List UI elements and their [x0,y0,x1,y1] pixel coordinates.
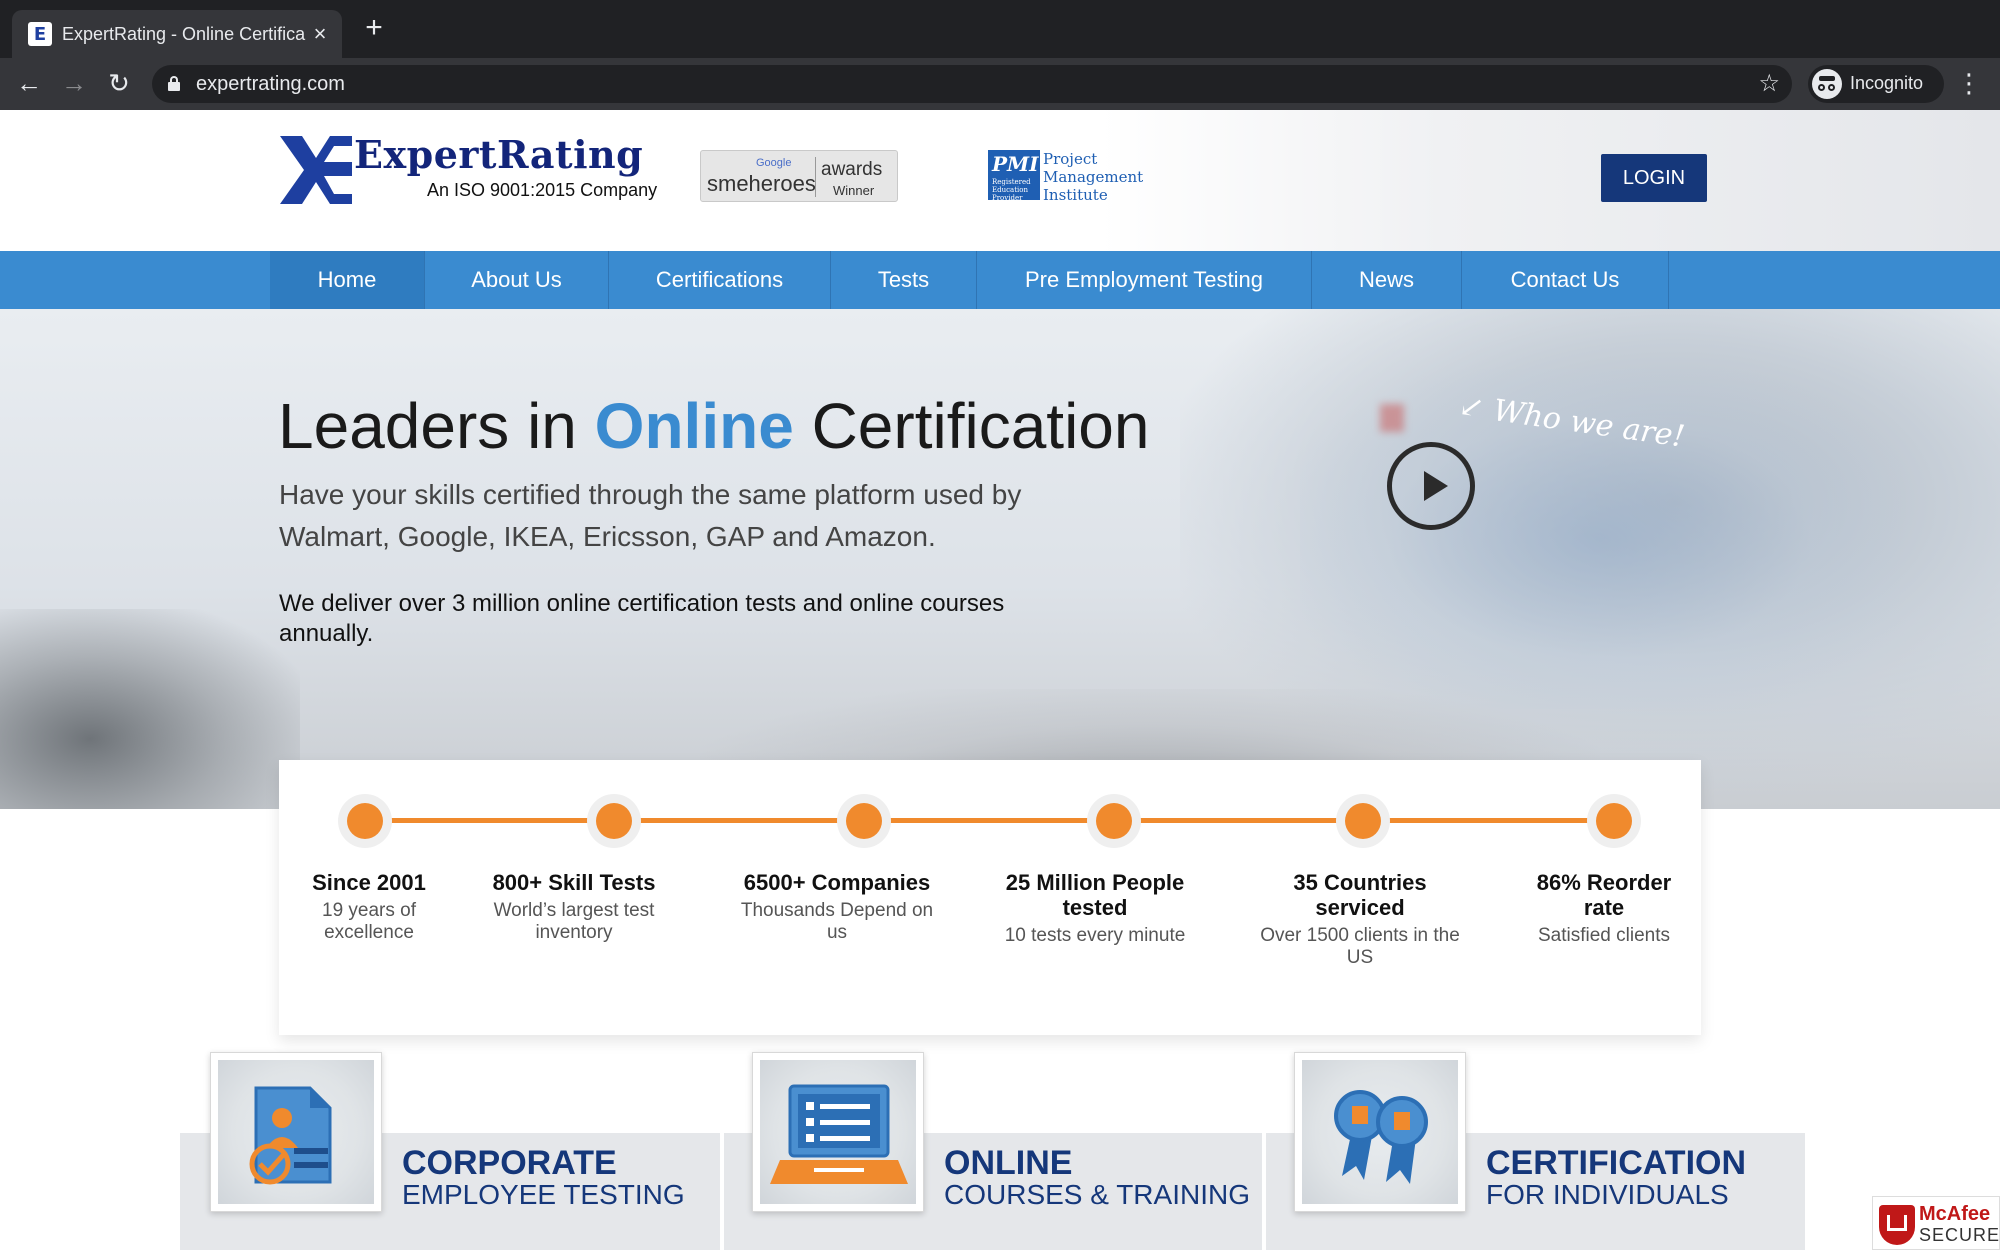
sme-winner-text: Winner [833,183,875,198]
incognito-indicator[interactable]: Incognito [1808,65,1944,103]
timeline-dot [596,803,632,839]
sme-google-text: Google [756,157,792,169]
favicon-icon: E [28,22,52,46]
incognito-icon [1812,69,1842,99]
service-certification-image[interactable] [1294,1052,1466,1212]
stat-subtitle: World’s largest test inventory [493,900,655,943]
stat-subtitle: Satisfied clients [1537,925,1670,946]
new-tab-icon[interactable]: + [360,13,388,43]
service-online-image[interactable] [752,1052,924,1212]
hero-title: Leaders in Online Certification [278,390,1150,462]
mcafee-secure-badge[interactable]: McAfee SECURE [1872,1196,2000,1250]
main-nav: Home About Us Certifications Tests Pre E… [0,251,2000,309]
stat-subtitle: Over 1500 clients in the US [1260,925,1460,968]
timeline-dot [846,803,882,839]
reload-icon[interactable]: ↻ [102,66,136,100]
laptop-checklist-icon [770,1084,908,1184]
close-tab-icon[interactable]: × [306,20,334,48]
stats-timeline-card: Since 2001 19 years of excellence 800+ S… [279,760,1701,1035]
nav-contact-us[interactable]: Contact Us [1462,251,1669,309]
login-button[interactable]: LOGIN [1601,154,1707,202]
lock-icon [168,76,180,91]
sme-awards-text: awards [821,159,883,180]
address-bar[interactable]: expertrating.com ☆ [152,65,1792,103]
service-corporate-image[interactable] [210,1052,382,1212]
stat-item: Since 2001 19 years of excellence [279,870,459,944]
service-online-title[interactable]: ONLINE [944,1145,1072,1181]
stat-item: 25 Million People tested 10 tests every … [985,870,1205,947]
pmi-logo-text: Project Management Institute [1043,150,1144,204]
timeline-dot [347,803,383,839]
play-video-icon[interactable] [1387,442,1475,530]
nav-pre-employment-testing[interactable]: Pre Employment Testing [977,251,1312,309]
timeline-line [365,818,1613,823]
smeheroes-award-badge: Google smeheroes awards Winner [700,150,898,202]
stat-title: Since 2001 [312,870,426,895]
timeline-dot [1596,803,1632,839]
nav-certifications[interactable]: Certifications [609,251,831,309]
stat-item: 800+ Skill Tests World’s largest test in… [469,870,679,944]
stat-subtitle: 10 tests every minute [1004,925,1186,946]
stat-title: 800+ Skill Tests [492,870,656,895]
service-corporate-subtitle[interactable]: EMPLOYEE TESTING [402,1180,685,1210]
logo-tagline: An ISO 9001:2015 Company [427,180,658,200]
stat-subtitle: 19 years of excellence [322,900,416,943]
back-arrow-icon[interactable]: ← [12,66,46,100]
service-corporate-title[interactable]: CORPORATE [402,1145,617,1181]
stat-title: 25 Million People tested [1005,870,1185,920]
nav-about-us[interactable]: About Us [425,251,609,309]
browser-menu-icon[interactable]: ⋮ [1956,64,1982,102]
award-ribbon-icon [1334,1090,1428,1184]
site-header: ExpertRating An ISO 9001:2015 Company Go… [0,110,2000,251]
forward-arrow-icon[interactable]: → [57,66,91,100]
url-text: expertrating.com [196,73,345,95]
stat-title: 35 Countries serviced [1293,870,1427,920]
mcafee-shield-icon [1879,1205,1915,1245]
service-online-subtitle[interactable]: COURSES & TRAINING [944,1180,1250,1210]
stat-title: 86% Reorder rate [1536,870,1672,920]
mcafee-name: McAfee [1919,1203,1991,1225]
browser-tab[interactable]: E ExpertRating - Online Certifica × [12,10,342,58]
tab-title: ExpertRating - Online Certifica [62,24,306,44]
hero-body-text: We deliver over 3 million online certifi… [279,590,1005,647]
employee-test-icon [249,1086,332,1185]
timeline-dot [1096,803,1132,839]
stat-item: 6500+ Companies Thousands Depend on us [727,870,947,944]
stat-title: 6500+ Companies [743,870,931,895]
sme-heroes-text: smeheroes [707,171,816,196]
service-certification-title[interactable]: CERTIFICATION [1486,1145,1746,1181]
browser-toolbar: ← → ↻ expertrating.com ☆ Incognito ⋮ [0,58,2000,110]
incognito-label: Incognito [1850,73,1924,93]
web-page: ExpertRating An ISO 9001:2015 Company Go… [0,110,2000,1250]
logo-wordmark[interactable]: ExpertRating [354,132,643,177]
service-certification-subtitle[interactable]: FOR INDIVIDUALS [1486,1180,1729,1210]
nav-news[interactable]: News [1312,251,1462,309]
stat-item: 35 Countries serviced Over 1500 clients … [1245,870,1475,969]
nav-home[interactable]: Home [270,251,425,309]
nav-tests[interactable]: Tests [831,251,977,309]
hero-banner: Leaders in Online Certification Have you… [0,309,2000,809]
expertrating-logo-icon[interactable] [280,136,352,204]
timeline-dot [1345,803,1381,839]
stat-subtitle: Thousands Depend on us [740,900,934,943]
bookmark-star-icon[interactable]: ☆ [1758,69,1780,98]
mcafee-secure-text: SECURE [1919,1225,2000,1245]
hero-subtitle: Have your skills certified through the s… [279,479,1022,552]
browser-tabbar: E ExpertRating - Online Certifica × + [0,0,2000,58]
pmi-logo-icon: PMI Registered Education Provider [988,150,1040,202]
stat-item: 86% Reorder rate Satisfied clients [1519,870,1689,947]
